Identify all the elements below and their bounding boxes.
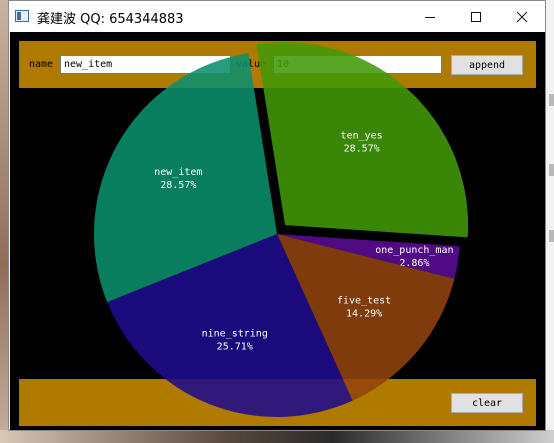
title-bar[interactable]: 龚建波 QQ: 654344883 xyxy=(9,1,545,32)
pie-chart: ten_yes28.57%one_punch_man2.86%five_test… xyxy=(93,42,469,417)
maximize-button[interactable] xyxy=(453,1,499,32)
slice-name-label: nine_string xyxy=(202,328,268,339)
chart-area: name value append clear ten_yes28.57%one… xyxy=(10,32,545,430)
slice-name-label: new_item xyxy=(154,167,202,178)
slice-percent-label: 28.57% xyxy=(344,143,380,154)
close-icon xyxy=(516,11,528,22)
desktop-background-left xyxy=(0,0,8,443)
slice-percent-label: 25.71% xyxy=(217,341,253,352)
minimize-button[interactable] xyxy=(407,1,453,32)
app-window: 龚建波 QQ: 654344883 name value append clea… xyxy=(8,0,546,431)
desktop-background-right xyxy=(546,0,554,443)
slice-percent-label: 28.57% xyxy=(160,180,196,191)
slice-percent-label: 14.29% xyxy=(346,309,382,320)
slice-name-label: ten_yes xyxy=(341,130,383,141)
app-icon xyxy=(15,10,29,22)
maximize-icon xyxy=(471,11,481,22)
desktop-background-bottom xyxy=(0,430,554,443)
slice-name-label: five_test xyxy=(337,296,391,307)
close-button[interactable] xyxy=(499,1,545,32)
slice-name-label: one_punch_man xyxy=(375,245,453,256)
window-title: 龚建波 QQ: 654344883 xyxy=(37,12,184,27)
minimize-icon xyxy=(425,16,435,18)
